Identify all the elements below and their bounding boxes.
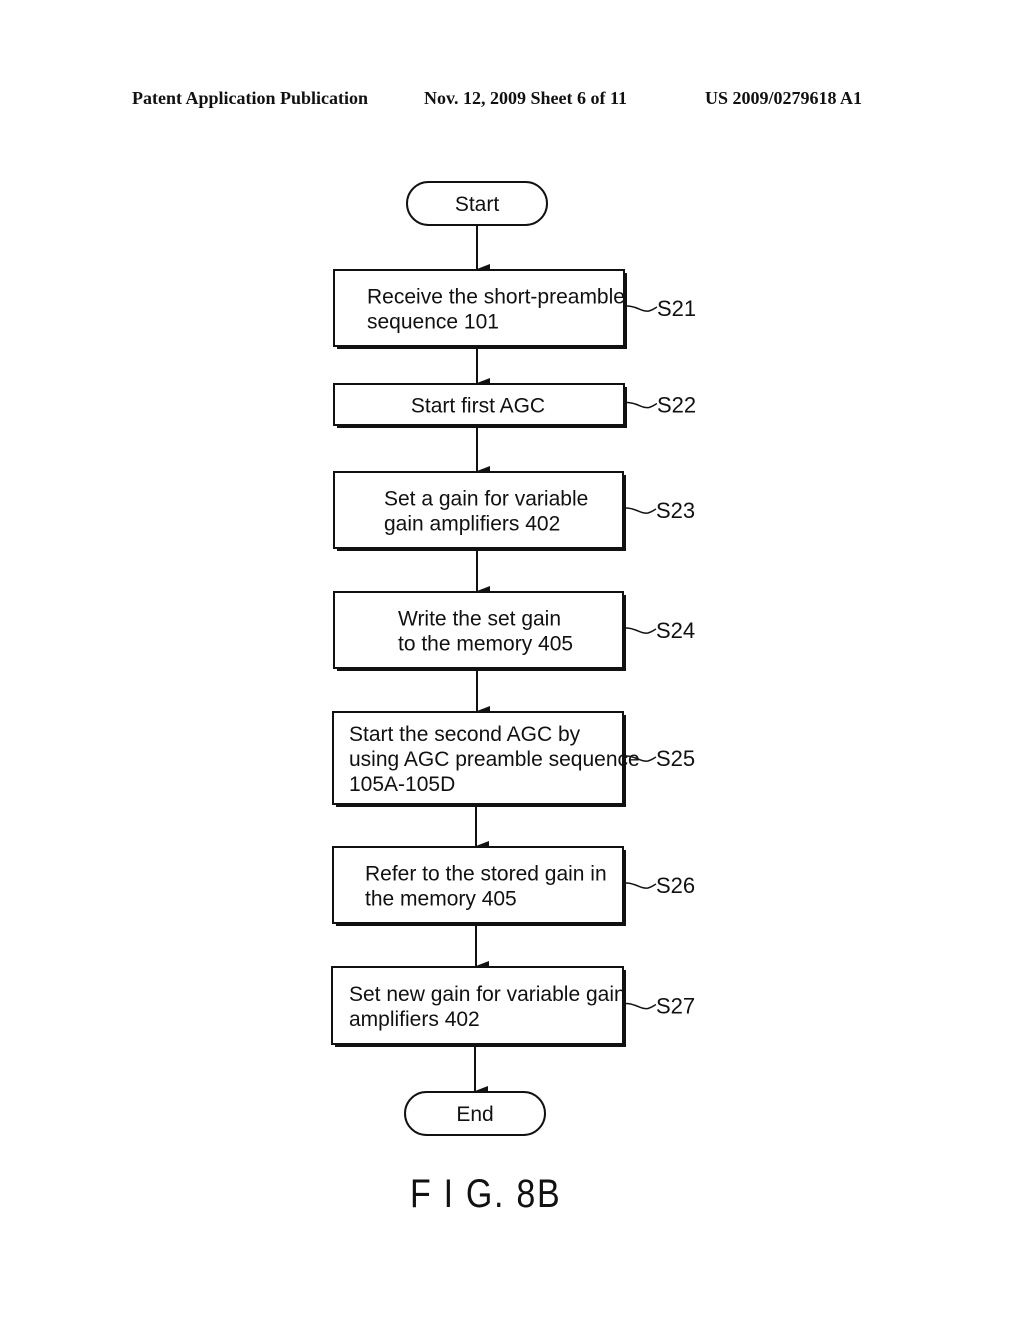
leader-line [625,507,657,514]
step-text-line: Start the second AGC by [349,723,581,746]
start-label: Start [455,193,500,216]
process-box-s21: Receive the short-preamblesequence 101 S2… [333,269,696,349]
step-text-line: Refer to the stored gain in [365,863,607,886]
step-id-label: S24 [656,618,695,643]
step-text-line: amplifiers 402 [349,1008,480,1031]
step-text-line: Write the set gain [398,608,561,631]
step-id-label: S25 [656,746,695,771]
leader-line [625,627,657,634]
step-text-line: gain amplifiers 402 [384,513,560,536]
step-text-line: using AGC preamble sequence [349,748,640,771]
leader-line [625,882,657,889]
step-id-label: S21 [657,296,696,321]
end-terminator: End [404,1091,546,1136]
process-box-s23: Set a gain for variablegain amplifiers 4… [333,471,695,551]
start-terminator: Start [406,181,548,226]
step-id-label: S26 [656,873,695,898]
step-text-line: 105A-105D [349,773,455,796]
process-box-s25: Start the second AGC byusing AGC preambl… [332,711,695,807]
process-box-s27: Set new gain for variable gainamplifiers… [331,966,695,1047]
step-id-label: S23 [656,498,695,523]
step-text-line: sequence 101 [367,311,499,334]
step-text-line: Set new gain for variable gain [349,983,626,1006]
step-text-line: to the memory 405 [398,633,573,656]
leader-line [626,401,658,409]
step-text-line: Receive the short-preamble [367,286,625,309]
step-text-line: Start first AGC [411,395,545,418]
leader-line [625,1002,657,1010]
figure-label: F I G. 8B [410,1172,562,1216]
flowchart: Start Receive the short-preamblesequence… [331,181,696,1136]
step-text-line: Set a gain for variable [384,488,588,511]
step-id-label: S22 [657,393,696,418]
step-text-line: the memory 405 [365,888,517,911]
process-box-s24: Write the set gainto the memory 405 S24 [333,591,695,671]
process-box-s26: Refer to the stored gain inthe memory 40… [332,846,695,926]
step-id-label: S27 [656,994,695,1019]
leader-line [626,305,658,312]
end-label: End [456,1103,493,1126]
process-box-s22: Start first AGC S22 [333,383,696,428]
